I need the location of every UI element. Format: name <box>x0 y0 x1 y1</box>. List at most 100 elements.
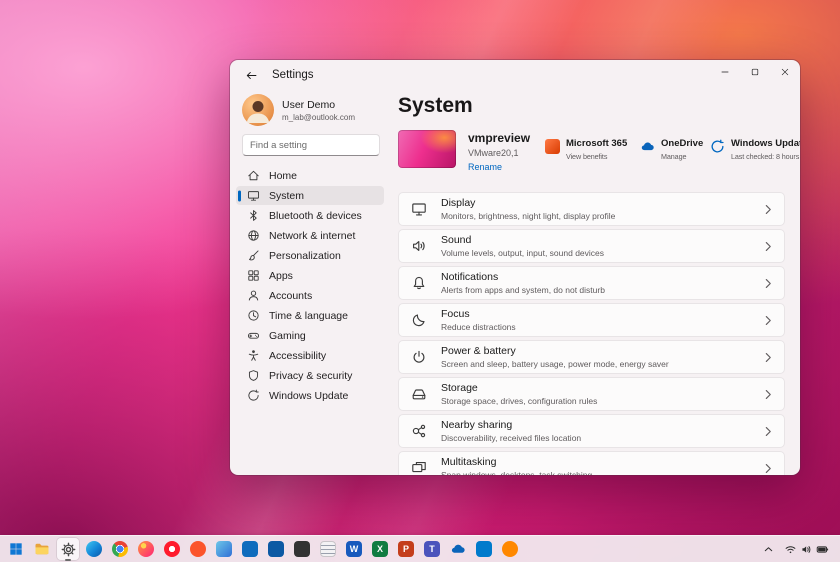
opera-icon <box>164 541 180 557</box>
sidebar-item-home[interactable]: Home <box>236 166 384 185</box>
apps-grid-icon <box>247 269 260 282</box>
back-button[interactable] <box>238 65 264 85</box>
power-icon <box>411 349 427 365</box>
vs-code-button[interactable] <box>473 538 495 560</box>
vlc-button[interactable] <box>499 538 521 560</box>
sidebar-item-gaming[interactable]: Gaming <box>236 326 384 345</box>
storage-drive-icon <box>411 386 427 402</box>
chevron-right-icon <box>765 463 772 474</box>
setting-row-focus[interactable]: Focus Reduce distractions <box>398 303 785 337</box>
sidebar-item-apps[interactable]: Apps <box>236 266 384 285</box>
volume-icon <box>800 543 813 556</box>
microsoft-365-status[interactable]: Microsoft 365 View benefits <box>545 138 627 161</box>
chevron-right-icon <box>765 426 772 437</box>
powerpoint-button[interactable]: P <box>395 538 417 560</box>
page-title: System <box>398 94 473 118</box>
excel-icon: X <box>372 541 388 557</box>
terminal-icon <box>294 541 310 557</box>
back-arrow-icon <box>245 69 258 82</box>
windows-logo-icon <box>9 542 23 556</box>
sidebar-item-time-language[interactable]: Time & language <box>236 306 384 325</box>
sidebar-item-system[interactable]: System <box>236 186 384 205</box>
taskbar-apps: W X P T <box>0 538 521 560</box>
tray-status-cluster[interactable] <box>780 538 833 560</box>
setting-row-notifications[interactable]: Notifications Alerts from apps and syste… <box>398 266 785 300</box>
setting-row-storage[interactable]: Storage Storage space, drives, configura… <box>398 377 785 411</box>
file-explorer-button[interactable] <box>31 538 53 560</box>
setting-row-nearby-sharing[interactable]: Nearby sharing Discoverability, received… <box>398 414 785 448</box>
gear-icon <box>61 542 76 557</box>
main-content: System vmpreview VMware20,1 Rename Micro… <box>390 90 800 475</box>
sidebar-item-windows-update[interactable]: Windows Update <box>236 386 384 405</box>
titlebar: Settings <box>230 60 800 90</box>
onedrive-cloud-icon <box>450 541 466 557</box>
maximize-button[interactable] <box>740 60 770 84</box>
minimize-button[interactable] <box>710 60 740 84</box>
clock-icon <box>247 309 260 322</box>
chrome-button[interactable] <box>109 538 131 560</box>
chevron-up-icon <box>762 543 775 556</box>
home-icon <box>247 169 260 182</box>
start-button[interactable] <box>5 538 27 560</box>
rename-link[interactable]: Rename <box>468 162 530 172</box>
microsoft-store-icon <box>268 541 284 557</box>
sidebar-item-personalization[interactable]: Personalization <box>236 246 384 265</box>
globe-icon <box>247 229 260 242</box>
chevron-right-icon <box>765 352 772 363</box>
multitasking-icon <box>411 460 427 475</box>
setting-row-sound[interactable]: Sound Volume levels, output, input, soun… <box>398 229 785 263</box>
teams-button[interactable]: T <box>421 538 443 560</box>
terminal-button[interactable] <box>291 538 313 560</box>
onedrive-button[interactable] <box>447 538 469 560</box>
accessibility-icon <box>247 349 260 362</box>
taskbar: W X P T <box>0 535 840 562</box>
photos-button[interactable] <box>213 538 235 560</box>
word-button[interactable]: W <box>343 538 365 560</box>
shield-icon <box>247 369 260 382</box>
vs-code-icon <box>476 541 492 557</box>
sound-icon <box>411 238 427 254</box>
minimize-icon <box>720 67 730 77</box>
sidebar-item-accounts[interactable]: Accounts <box>236 286 384 305</box>
photos-icon <box>216 541 232 557</box>
notifications-bell-icon <box>411 275 427 291</box>
account-block[interactable]: User Demo m_lab@outlook.com <box>242 94 380 126</box>
mail-button[interactable] <box>239 538 261 560</box>
search-box[interactable] <box>242 134 380 156</box>
setting-row-power-battery[interactable]: Power & battery Screen and sleep, batter… <box>398 340 785 374</box>
search-input[interactable] <box>250 140 382 151</box>
settings-list: Display Monitors, brightness, night ligh… <box>398 192 785 475</box>
setting-row-multitasking[interactable]: Multitasking Snap windows, desktops, tas… <box>398 451 785 475</box>
sidebar-item-privacy-security[interactable]: Privacy & security <box>236 366 384 385</box>
close-button[interactable] <box>770 60 800 84</box>
sidebar-item-accessibility[interactable]: Accessibility <box>236 346 384 365</box>
firefox-button[interactable] <box>135 538 157 560</box>
excel-button[interactable]: X <box>369 538 391 560</box>
microsoft-365-icon <box>545 139 560 154</box>
battery-icon <box>816 543 829 556</box>
edge-button[interactable] <box>83 538 105 560</box>
system-icon <box>247 189 260 202</box>
notepad-button[interactable] <box>317 538 339 560</box>
setting-row-display[interactable]: Display Monitors, brightness, night ligh… <box>398 192 785 226</box>
sidebar-item-bluetooth-devices[interactable]: Bluetooth & devices <box>236 206 384 225</box>
brave-button[interactable] <box>187 538 209 560</box>
chevron-right-icon <box>765 278 772 289</box>
windows-update-status[interactable]: Windows Update Last checked: 8 hours ago <box>710 138 800 161</box>
microsoft-store-button[interactable] <box>265 538 287 560</box>
settings-window: Settings User Demo m_lab@outlook.com <box>230 60 800 475</box>
opera-button[interactable] <box>161 538 183 560</box>
onedrive-icon <box>640 139 655 154</box>
sidebar-nav: Home System Bluetooth & devices Network … <box>230 166 390 405</box>
tray-overflow-button[interactable] <box>758 538 779 560</box>
sidebar-item-network-internet[interactable]: Network & internet <box>236 226 384 245</box>
powerpoint-icon: P <box>398 541 414 557</box>
chevron-right-icon <box>765 389 772 400</box>
display-icon <box>411 201 427 217</box>
device-thumbnail <box>398 130 456 168</box>
window-title: Settings <box>272 69 314 81</box>
onedrive-status[interactable]: OneDrive Manage <box>640 138 703 161</box>
mail-icon <box>242 541 258 557</box>
sidebar: User Demo m_lab@outlook.com Home System … <box>230 90 390 475</box>
settings-app-button[interactable] <box>57 538 79 560</box>
